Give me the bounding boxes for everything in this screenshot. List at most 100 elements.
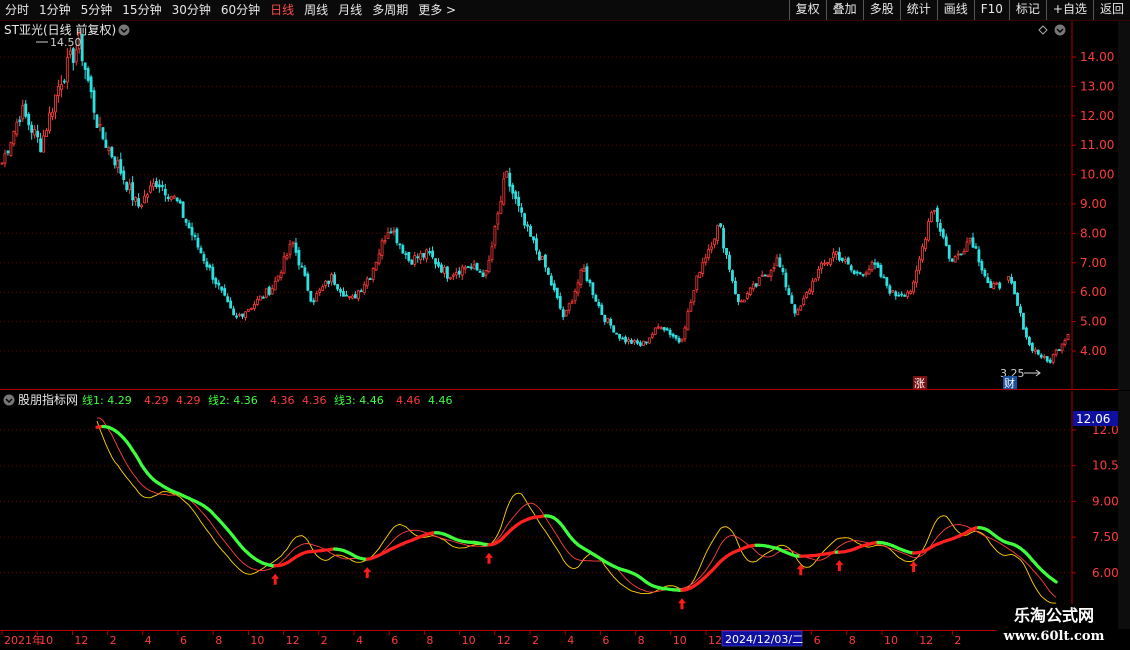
- candle: [930, 210, 933, 223]
- period-tab-1[interactable]: 1分钟: [34, 0, 76, 20]
- price-tick-label: 5.00: [1080, 315, 1107, 329]
- badge-cai[interactable]: 财: [1003, 376, 1017, 390]
- time-tick-label: 10: [39, 634, 53, 647]
- current-value-box: 12.06: [1073, 411, 1118, 426]
- indicator-tick-label: 6.00: [1092, 566, 1119, 580]
- current-value-text: 12.06: [1076, 412, 1110, 426]
- indicator-readout: 4.46: [396, 394, 421, 407]
- time-tick-label: 12: [74, 634, 88, 647]
- candle: [410, 258, 414, 265]
- time-tick-label: 6: [602, 634, 609, 647]
- toolbar-button-8[interactable]: 返回: [1092, 0, 1130, 20]
- time-tick-label: 12: [919, 634, 933, 647]
- watermark-url: www.60lt.com: [1003, 629, 1105, 644]
- period-tab-4[interactable]: 30分钟: [167, 0, 216, 20]
- candle: [475, 262, 479, 272]
- price-chart-title: ST亚光(日线 前复权): [4, 22, 116, 37]
- indicator-title: 股朋指标网: [18, 392, 78, 407]
- price-tick-label: 7.00: [1080, 256, 1107, 270]
- candle: [181, 201, 185, 218]
- candle: [950, 258, 954, 263]
- toolbar-button-2[interactable]: 多股: [862, 0, 900, 20]
- toolbar-button-0[interactable]: 复权: [788, 0, 826, 20]
- candle: [641, 340, 645, 346]
- candle: [615, 332, 619, 335]
- indicator-menu-icon[interactable]: [3, 394, 15, 406]
- candle: [647, 337, 651, 344]
- price-tick-label: 4.00: [1080, 344, 1107, 358]
- candle: [401, 243, 405, 255]
- candle: [306, 271, 310, 292]
- time-tick-label: 6: [814, 634, 821, 647]
- time-axis: 2021年10122468101224681012246810122468101…: [0, 630, 1130, 650]
- toolbar-button-1[interactable]: 叠加: [825, 0, 863, 20]
- candle: [466, 266, 470, 268]
- price-tick-label: 10.00: [1080, 168, 1114, 182]
- indicator-bg: [0, 391, 1130, 629]
- period-tab-7[interactable]: 周线: [299, 0, 333, 20]
- candle: [1036, 349, 1040, 356]
- candle: [86, 66, 90, 83]
- time-tick-label: 6: [391, 634, 398, 647]
- time-tick-label: 10: [250, 634, 264, 647]
- toolbar-right-buttons: 复权 叠加 多股 统计 画线 F10 标记 +自选 返回: [788, 0, 1130, 20]
- period-tab-5[interactable]: 60分钟: [216, 0, 265, 20]
- high-price-label: 14.50: [50, 36, 82, 49]
- price-tick-label: 9.00: [1080, 197, 1107, 211]
- candle: [9, 141, 13, 157]
- candle: [258, 295, 262, 301]
- period-tab-10[interactable]: 更多 >: [413, 0, 461, 20]
- time-tick-label: 2: [532, 634, 539, 647]
- time-tick-label: 4: [145, 634, 152, 647]
- indicator-readout: 线1: 4.29: [82, 393, 132, 407]
- period-tab-6[interactable]: 日线: [265, 0, 299, 20]
- period-tab-9[interactable]: 多周期: [367, 0, 413, 20]
- price-tick-label: 8.00: [1080, 226, 1107, 240]
- indicator-chart[interactable]: 12.0010.509.007.506.0012.06股朋指标网 线1: 4.29…: [0, 391, 1130, 629]
- period-tab-3[interactable]: 15分钟: [117, 0, 166, 20]
- time-tick-label: 8: [426, 634, 433, 647]
- candle: [555, 287, 559, 300]
- candle: [927, 218, 930, 242]
- candle: [374, 261, 378, 272]
- candle: [612, 325, 616, 333]
- candle: [264, 288, 268, 299]
- candle: [110, 146, 114, 159]
- badge-zhang[interactable]: 涨: [913, 376, 927, 390]
- toolbar-button-3[interactable]: 统计: [899, 0, 937, 20]
- indicator-readout: 线2: 4.36: [208, 393, 258, 407]
- candle: [505, 170, 509, 178]
- time-tick-label: 8: [215, 634, 222, 647]
- candle: [101, 127, 105, 141]
- candle: [757, 277, 761, 286]
- time-tick-label: 4: [567, 634, 574, 647]
- price-chart-bg: [0, 21, 1130, 390]
- candle: [766, 274, 770, 278]
- toolbar-button-4[interactable]: 画线: [936, 0, 974, 20]
- toolbar-button-5[interactable]: F10: [973, 0, 1009, 20]
- candle: [799, 304, 803, 311]
- toolbar-button-7[interactable]: +自选: [1045, 0, 1093, 20]
- candle: [1013, 281, 1016, 295]
- time-tick-label: 10: [673, 634, 687, 647]
- candle: [395, 227, 399, 246]
- chevron-down-icon[interactable]: [118, 24, 130, 36]
- candle: [805, 291, 809, 299]
- indicator-tick-label: 9.00: [1092, 494, 1119, 508]
- candle: [309, 290, 313, 303]
- side-strip: [1118, 21, 1130, 390]
- period-tab-0[interactable]: 分时: [0, 0, 34, 20]
- time-tick-label: 12: [497, 634, 511, 647]
- time-tick-label: 8: [849, 634, 856, 647]
- candle: [541, 255, 544, 260]
- period-tab-2[interactable]: 5分钟: [76, 0, 118, 20]
- candle: [959, 253, 963, 256]
- time-tick-label: 8: [638, 634, 645, 647]
- collapse-icon[interactable]: [1054, 24, 1066, 36]
- candle: [1016, 292, 1019, 306]
- toolbar-button-6[interactable]: 标记: [1008, 0, 1046, 20]
- time-tick-label: 10: [462, 634, 476, 647]
- price-chart[interactable]: 14.00 13.00 12.00 11.00 10.00 9.00 8.00 7.00 6.0…: [0, 21, 1130, 390]
- candle: [1027, 335, 1031, 347]
- period-tab-8[interactable]: 月线: [333, 0, 367, 20]
